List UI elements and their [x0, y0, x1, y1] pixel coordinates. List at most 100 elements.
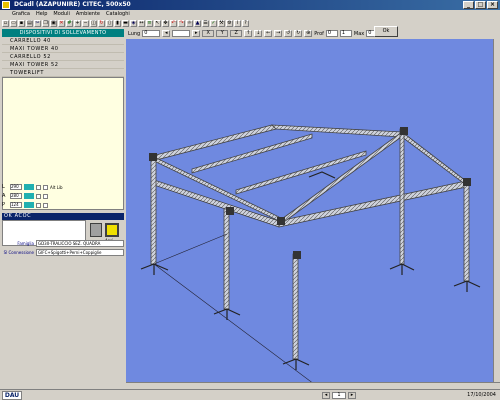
- paste-icon[interactable]: ▣: [50, 20, 57, 27]
- dimension-grid: L 290 Alt Lib A 280 P 124: [2, 183, 124, 213]
- check-icon[interactable]: ✓: [210, 20, 217, 27]
- list-header: DISPOSITIVI DI SOLLEVAMENTO: [2, 29, 124, 37]
- list-icon[interactable]: ☰: [202, 20, 209, 27]
- close-button[interactable]: ×: [487, 1, 498, 9]
- dim-checkbox[interactable]: [43, 193, 48, 199]
- dim-checkbox[interactable]: [36, 184, 41, 190]
- app-icon: [2, 1, 10, 9]
- coord-field-2[interactable]: [172, 30, 191, 37]
- horizontal-scrollbar[interactable]: [126, 382, 500, 389]
- connessione-label: Sl Connessione: [3, 249, 34, 255]
- redo-icon[interactable]: ↷: [178, 20, 185, 27]
- dim-checkbox[interactable]: [36, 202, 41, 208]
- dim-row-l: L 290 Alt Lib: [2, 183, 124, 191]
- rotate-icon[interactable]: ↻: [98, 20, 105, 27]
- copy-icon[interactable]: ❐: [42, 20, 49, 27]
- dim-color: [24, 193, 34, 199]
- down-arrow-icon[interactable]: ↓: [254, 30, 263, 37]
- help-icon[interactable]: ?: [242, 20, 249, 27]
- prev-page-icon[interactable]: ◂: [322, 391, 330, 399]
- minimize-button[interactable]: _: [463, 1, 474, 9]
- dim-value[interactable]: 124: [10, 202, 22, 208]
- drawing-canvas[interactable]: [126, 39, 500, 389]
- menu-grafica[interactable]: Grafica: [12, 10, 30, 19]
- select-icon[interactable]: ↖: [154, 20, 161, 27]
- save-icon[interactable]: ▪: [18, 20, 25, 27]
- zoom-in-icon[interactable]: +: [74, 20, 81, 27]
- view-side-icon[interactable]: ▮: [114, 20, 121, 27]
- view-3d-icon[interactable]: ◈: [130, 20, 137, 27]
- dim-checkbox[interactable]: [36, 193, 41, 199]
- page-number[interactable]: 1: [332, 391, 346, 399]
- new-icon[interactable]: ▫: [2, 20, 9, 27]
- delete-icon[interactable]: ✕: [58, 20, 65, 27]
- menu-moduli[interactable]: Moduli: [53, 10, 70, 19]
- lock-icon[interactable]: ▲: [194, 20, 201, 27]
- open-icon-large[interactable]: [105, 223, 119, 237]
- menu-ambiente[interactable]: Ambiente: [76, 10, 100, 19]
- component-icon[interactable]: [90, 223, 102, 237]
- undo-icon[interactable]: ↶: [170, 20, 177, 27]
- dau-logo: DAU: [2, 391, 22, 400]
- open-icon[interactable]: ▭: [10, 20, 17, 27]
- view-top-icon[interactable]: ▬: [122, 20, 129, 27]
- up-arrow-icon[interactable]: ↑: [244, 30, 253, 37]
- layer-icon[interactable]: ≡: [146, 20, 153, 27]
- axis-x-button[interactable]: X: [202, 30, 215, 37]
- prof2-field[interactable]: 1: [339, 30, 352, 37]
- view-front-icon[interactable]: ▯: [106, 20, 113, 27]
- famiglia-row: Famiglia GD30-TRALICCIO SEZ. QUADRA: [2, 239, 124, 247]
- famiglia-field[interactable]: GD30-TRALICCIO SEZ. QUADRA: [36, 239, 124, 247]
- dim-checkbox[interactable]: [43, 184, 48, 190]
- spin-icon[interactable]: ◂: [162, 30, 171, 37]
- dim-color: [24, 202, 34, 208]
- lung-label: Lung: [128, 30, 141, 37]
- coordinate-bar: Lung 0 ◂ ▸ X Y Z ↑ ↓ ← → ↺ ↻ ⊕ Prof 0 1 …: [126, 28, 500, 39]
- rotate-left-icon[interactable]: ↺: [284, 30, 293, 37]
- list-item[interactable]: CARRELLO 52: [2, 53, 124, 61]
- menu-help[interactable]: Help: [36, 10, 47, 19]
- toolbar: ▫ ▭ ▪ ▤ ✂ ❐ ▣ ✕ # + − ◫ ↻ ▯ ▮ ▬ ◈ ↔ ≡ ↖ …: [0, 19, 500, 28]
- selected-item-bar[interactable]: OK ACOC: [2, 213, 124, 220]
- list-item[interactable]: MAXI TOWER 40: [2, 45, 124, 53]
- vertical-scrollbar[interactable]: [493, 39, 500, 389]
- right-arrow-icon[interactable]: →: [274, 30, 283, 37]
- list-item[interactable]: TOWERLIFT: [2, 69, 124, 77]
- lung-field[interactable]: 0: [142, 30, 161, 37]
- dim-value[interactable]: 290: [10, 184, 22, 190]
- famiglia-label: Famiglia: [17, 240, 34, 246]
- settings-icon[interactable]: ⚙: [226, 20, 233, 27]
- rotate-right-icon[interactable]: ↻: [294, 30, 303, 37]
- connessione-field[interactable]: GIFC+Spigotti+Perni+Coppiglie: [36, 248, 124, 256]
- menu-cataloghi[interactable]: Cataloghi: [106, 10, 130, 19]
- truss-drawing: [140, 124, 481, 385]
- zoom-out-icon[interactable]: −: [82, 20, 89, 27]
- print-icon[interactable]: ▤: [26, 20, 33, 27]
- dim-value[interactable]: 280: [10, 193, 22, 199]
- page-indicator: ◂ 1 ▸: [322, 391, 356, 399]
- move-icon[interactable]: ✥: [162, 20, 169, 27]
- grid-icon[interactable]: #: [66, 20, 73, 27]
- left-arrow-icon[interactable]: ←: [264, 30, 273, 37]
- list-item[interactable]: MAXI TOWER 52: [2, 61, 124, 69]
- list-item[interactable]: CARRELLO 40: [2, 37, 124, 45]
- prof-field[interactable]: 0: [325, 30, 338, 37]
- measure-icon[interactable]: ↔: [138, 20, 145, 27]
- axis-y-button[interactable]: Y: [216, 30, 229, 37]
- light-icon[interactable]: ☼: [186, 20, 193, 27]
- dim-row-p: P 124: [2, 201, 124, 209]
- dim-label: L: [2, 184, 5, 190]
- ok-button[interactable]: Ok: [374, 26, 398, 37]
- prof-label: Prof: [314, 30, 324, 37]
- spin-icon[interactable]: ▸: [192, 30, 201, 37]
- info-icon[interactable]: i: [234, 20, 241, 27]
- axis-z-button[interactable]: Z: [230, 30, 243, 37]
- next-page-icon[interactable]: ▸: [348, 391, 356, 399]
- cut-icon[interactable]: ✂: [34, 20, 41, 27]
- dim-checkbox[interactable]: [43, 202, 48, 208]
- dim-label: P: [2, 202, 6, 208]
- zoom-fit-icon[interactable]: ◫: [90, 20, 97, 27]
- zoom-icon[interactable]: ⊕: [304, 30, 313, 37]
- tool-icon[interactable]: ⚒: [218, 20, 225, 27]
- maximize-button[interactable]: □: [475, 1, 486, 9]
